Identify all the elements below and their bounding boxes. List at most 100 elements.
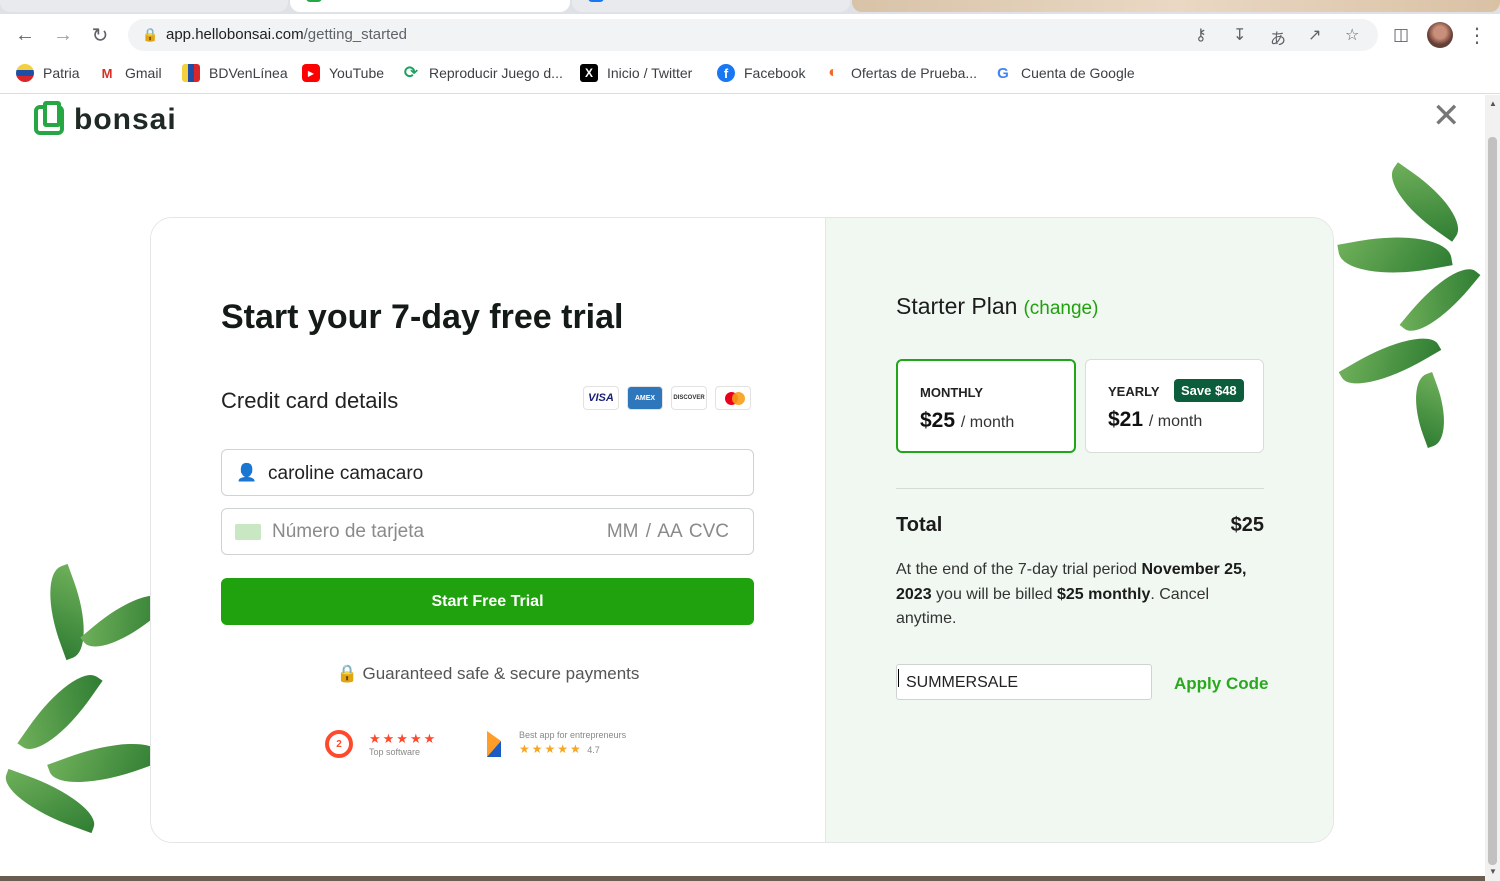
browser-toolbar: ← → ↻ 🔒 app.hellobonsai.com/getting_star… (0, 14, 1500, 56)
monthly-option[interactable]: MONTHLY $25 / month (896, 359, 1076, 453)
scroll-down-icon[interactable]: ▼ (1489, 867, 1497, 876)
secure-payments-note: 🔒 Guaranteed safe & secure payments (151, 664, 825, 684)
bookmark-label: Cuenta de Google (1021, 65, 1135, 81)
leaf-decoration (17, 661, 103, 763)
translate-icon[interactable]: あ (1270, 25, 1286, 49)
forward-arrow-icon[interactable]: → (50, 22, 76, 48)
page: bonsai ✕ Start your 7-day free trial Cre… (0, 95, 1485, 881)
monthly-price: $25 / month (920, 409, 1014, 433)
scroll-up-icon[interactable]: ▲ (1489, 99, 1497, 108)
discover-icon: DISCOVER (671, 386, 707, 410)
bookmark-label: Inicio / Twitter (607, 65, 693, 81)
back-arrow-icon[interactable]: ← (12, 22, 38, 48)
g2-logo-icon: 2 (325, 730, 353, 758)
address-bar[interactable]: 🔒 app.hellobonsai.com/getting_started ⚷ … (128, 19, 1378, 51)
bookmark-gmail[interactable]: M Gmail (98, 64, 162, 82)
google-icon: G (997, 64, 1009, 82)
mastercard-icon (715, 386, 751, 410)
side-panel-icon[interactable]: ◫ (1388, 22, 1414, 48)
browser-tab[interactable] (852, 0, 1500, 12)
visa-icon: VISA (583, 386, 619, 410)
bookmark-star-icon[interactable]: ☆ (1345, 25, 1359, 45)
browser-tab[interactable] (0, 0, 288, 12)
bookmark-label: Patria (43, 65, 80, 81)
page-scrollbar[interactable]: ▲ ▼ (1485, 95, 1500, 881)
patria-icon (16, 64, 34, 82)
bonsai-logo[interactable]: bonsai (34, 101, 177, 137)
install-app-icon[interactable]: ↧ (1233, 25, 1246, 45)
divider (896, 488, 1264, 489)
password-key-icon[interactable]: ⚷ (1195, 25, 1207, 45)
capterra-logo-icon (487, 731, 501, 757)
gmail-icon: M (101, 65, 113, 81)
bookmark-ofertas[interactable]: ◐ Ofertas de Prueba... (824, 64, 977, 82)
g2-badge: 2 ★★★★★ Top software (325, 730, 437, 758)
bookmark-facebook[interactable]: f Facebook (717, 64, 805, 82)
leaf-decoration (1378, 162, 1472, 242)
bdv-icon (182, 64, 200, 82)
page-title: Start your 7-day free trial (221, 298, 624, 336)
lock-icon: 🔒 (336, 664, 358, 683)
total-label: Total (896, 514, 943, 536)
credit-card-icon (235, 524, 261, 540)
url-domain: app.hellobonsai.com (166, 26, 304, 43)
bookmark-bdvenlinea[interactable]: BDVenLínea (182, 64, 288, 82)
cardholder-name-field[interactable]: 👤 caroline camacaro (221, 449, 754, 496)
bookmark-youtube[interactable]: ▶ YouTube (302, 64, 384, 82)
offers-icon: ◐ (828, 64, 838, 81)
url-text[interactable]: app.hellobonsai.com/getting_started (166, 26, 407, 43)
bonsai-favicon-icon (306, 0, 322, 2)
yearly-label: YEARLY (1108, 384, 1160, 399)
g2-stars: ★★★★★ (369, 731, 438, 746)
lock-icon: 🔒 (142, 27, 159, 42)
bookmark-game[interactable]: ⟳ Reproducir Juego d... (402, 63, 563, 82)
checkout-card: Start your 7-day free trial Credit card … (150, 217, 1334, 843)
card-number-placeholder: Número de tarjeta (272, 521, 425, 542)
brand-name: bonsai (74, 103, 177, 136)
taskbar-edge (0, 876, 1485, 881)
capterra-badge: Best app for entrepreneurs ★★★★★ 4.7 (487, 730, 626, 758)
capterra-stars: ★★★★★ (519, 742, 583, 756)
leaf-decoration (1403, 371, 1457, 449)
scrollbar-thumb[interactable] (1488, 137, 1497, 865)
plan-title: Starter Plan (change) (896, 293, 1098, 320)
bookmark-twitter[interactable]: X Inicio / Twitter (580, 64, 692, 82)
browser-tab-active[interactable] (290, 0, 570, 12)
text-cursor (898, 669, 899, 687)
reload-icon[interactable]: ↻ (87, 22, 113, 48)
g2-caption: Top software (369, 747, 421, 757)
promo-code-input[interactable]: SUMMERSALE (896, 664, 1152, 700)
start-free-trial-button[interactable]: Start Free Trial (221, 578, 754, 625)
credit-card-section-title: Credit card details (221, 388, 399, 413)
expiry-cvc-placeholder: MM / AA CVC (606, 521, 729, 542)
billing-amount: $25 monthly (1057, 585, 1151, 603)
plan-summary-panel: Starter Plan (change) MONTHLY $25 / month… (825, 218, 1333, 842)
capterra-caption: Best app for entrepreneurs (519, 730, 627, 740)
total-value: $25 (1230, 514, 1264, 536)
apply-code-button[interactable]: Apply Code (1174, 674, 1268, 694)
yearly-price-value: $21 (1108, 408, 1144, 431)
bonsai-logo-icon (34, 101, 64, 135)
payment-panel: Start your 7-day free trial Credit card … (151, 218, 825, 842)
menu-kebab-icon[interactable]: ⋮ (1464, 22, 1490, 48)
cardholder-name-value: caroline camacaro (268, 463, 424, 484)
profile-avatar[interactable] (1427, 22, 1453, 48)
share-icon[interactable]: ↗ (1308, 25, 1321, 45)
tab-strip (0, 0, 1500, 14)
bookmark-google[interactable]: G Cuenta de Google (994, 64, 1135, 82)
user-icon: 👤 (236, 463, 258, 482)
game-icon: ⟳ (403, 63, 419, 82)
card-number-field[interactable]: Número de tarjeta MM / AA CVC (221, 508, 754, 555)
close-icon[interactable]: ✕ (1432, 99, 1461, 133)
youtube-icon: ▶ (302, 64, 320, 82)
facebook-icon: f (717, 64, 735, 82)
bookmark-label: Facebook (744, 65, 806, 81)
change-plan-link[interactable]: (change) (1023, 298, 1098, 319)
browser-tab[interactable] (572, 0, 850, 12)
monthly-label: MONTHLY (920, 385, 984, 400)
bookmark-label: YouTube (329, 65, 385, 81)
bookmark-patria[interactable]: Patria (16, 64, 80, 82)
yearly-option[interactable]: YEARLY Save $48 $21 / month (1085, 359, 1264, 453)
facebook-favicon-icon (588, 0, 604, 2)
amex-icon: AMEX (627, 386, 663, 410)
